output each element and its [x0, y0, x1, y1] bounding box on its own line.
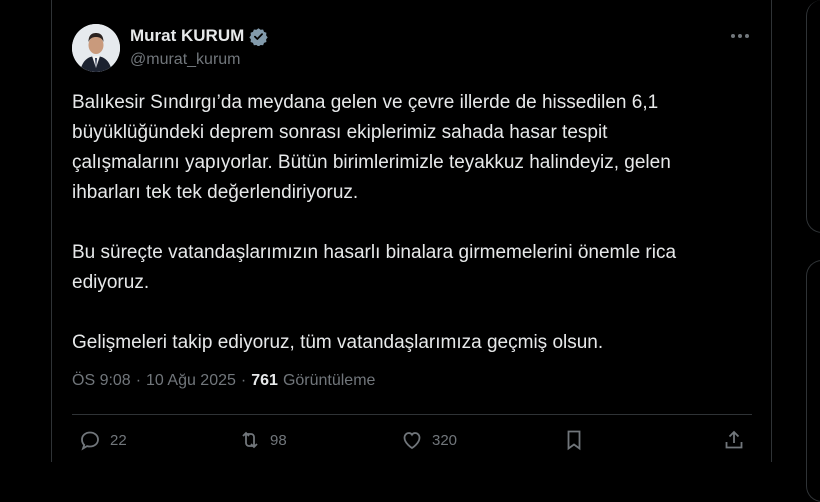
action-divider [72, 414, 752, 415]
reply-count: 22 [110, 431, 127, 449]
retweet-count: 98 [270, 431, 287, 449]
tweet-paragraph-1: Balıkesir Sındırgı’da meydana gelen ve ç… [72, 92, 671, 203]
tweet-paragraph-2: Bu süreçte vatandaşlarımızın hasarlı bin… [72, 242, 677, 293]
sidebar-card-bottom [806, 260, 820, 502]
meta-separator: · [135, 372, 142, 389]
reply-icon [81, 431, 99, 451]
retweet-button[interactable]: 98 [238, 428, 287, 452]
tweet-meta: ÖS 9:08 · 10 Ağu 2025 · 761 Görüntüleme [72, 372, 375, 390]
tweet-time[interactable]: ÖS 9:08 [72, 372, 131, 390]
action-bar: 22 98 320 [0, 428, 820, 458]
sidebar-card-top [806, 0, 820, 233]
author-avatar[interactable] [72, 24, 120, 72]
bookmark-button[interactable] [562, 428, 586, 452]
timeline-right-border [771, 0, 772, 462]
views-label: Görüntüleme [282, 372, 376, 389]
views-count: 761 [251, 372, 278, 389]
author-display-name[interactable]: Murat KURUM [130, 26, 244, 46]
timeline-left-border [51, 0, 52, 462]
like-button[interactable]: 320 [400, 428, 457, 452]
like-count: 320 [432, 431, 458, 449]
like-icon [403, 432, 421, 450]
verified-icon [249, 27, 268, 46]
author-name-row[interactable]: Murat KURUM [130, 26, 268, 46]
more-icon[interactable] [728, 26, 752, 46]
share-icon [725, 430, 743, 449]
author-handle[interactable]: @murat_kurum [130, 51, 241, 69]
meta-separator-2: · [240, 372, 247, 389]
tweet-text: Balıkesir Sındırgı’da meydana gelen ve ç… [72, 88, 762, 358]
tweet-date[interactable]: 10 Ağu 2025 [146, 372, 236, 390]
share-button[interactable] [722, 428, 746, 452]
bookmark-icon [567, 430, 581, 451]
reply-button[interactable]: 22 [78, 428, 127, 452]
tweet-paragraph-3: Gelişmeleri takip ediyoruz, tüm vatandaş… [72, 332, 604, 353]
retweet-icon [242, 431, 258, 449]
avatar-portrait [72, 24, 120, 72]
